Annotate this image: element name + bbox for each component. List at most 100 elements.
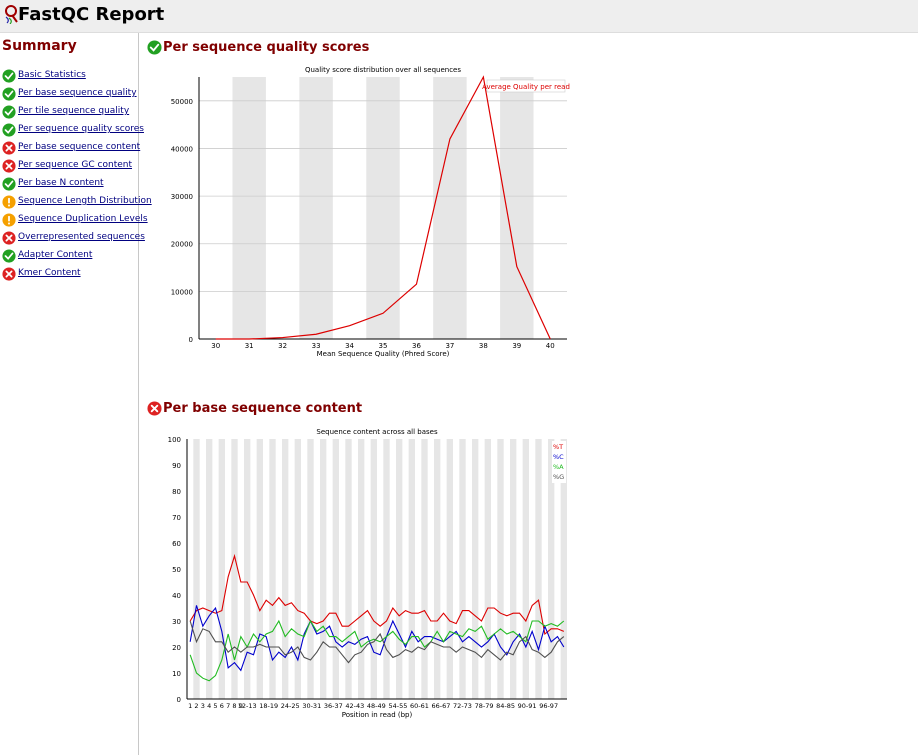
section-title-content: Per base sequence content	[163, 401, 363, 416]
y-tick-label: 40	[172, 592, 181, 600]
x-tick-label: 42-43	[345, 702, 364, 710]
x-tick-label: 72-73	[453, 702, 472, 710]
summary-link[interactable]: Adapter Content	[18, 250, 92, 260]
x-tick-label: 84-85	[496, 702, 515, 710]
band-shade	[522, 439, 529, 699]
report-header: FastQC Report	[0, 0, 918, 33]
band-shade	[421, 439, 428, 699]
x-tick-label: 78-79	[475, 702, 494, 710]
summary-link[interactable]: Per tile sequence quality	[18, 106, 129, 116]
y-tick-label: 30	[172, 618, 181, 626]
x-axis-title: Position in read (bp)	[342, 711, 413, 719]
x-tick-label: 31	[245, 342, 254, 350]
x-tick-label: 4	[207, 702, 211, 710]
summary-link[interactable]: Per sequence GC content	[18, 160, 132, 170]
summary-link[interactable]: Sequence Length Distribution	[18, 196, 152, 206]
fail-icon	[2, 140, 16, 155]
band-shade	[366, 77, 400, 339]
summary-link[interactable]: Overrepresented sequences	[18, 232, 145, 242]
summary-item: Basic Statistics	[2, 66, 152, 84]
warn-icon	[2, 194, 16, 209]
band-shade	[408, 439, 415, 699]
warn-icon	[2, 212, 16, 227]
band-shade	[472, 439, 479, 699]
x-tick-label: 1	[188, 702, 192, 710]
fail-icon	[2, 158, 16, 173]
summary-link[interactable]: Per base sequence quality	[18, 88, 137, 98]
section-heading-content: Per base sequence content	[147, 401, 362, 416]
y-tick-label: 60	[172, 540, 181, 548]
band-shade	[206, 439, 213, 699]
band-shade	[320, 439, 327, 699]
x-tick-label: 2	[194, 702, 198, 710]
y-tick-label: 50000	[171, 98, 193, 106]
summary-item: Per base N content	[2, 174, 152, 192]
band-shade	[299, 77, 333, 339]
summary-link[interactable]: Per base sequence content	[18, 142, 140, 152]
x-tick-label: 6	[220, 702, 224, 710]
y-tick-label: 20000	[171, 241, 193, 249]
y-tick-label: 30000	[171, 193, 193, 201]
x-tick-label: 37	[445, 342, 454, 350]
band-shade	[459, 439, 466, 699]
pass-icon	[2, 122, 16, 137]
summary-item: Adapter Content	[2, 246, 152, 264]
summary-link[interactable]: Sequence Duplication Levels	[18, 214, 148, 224]
band-shade	[446, 439, 453, 699]
summary-link[interactable]: Per base N content	[18, 178, 104, 188]
summary-link[interactable]: Kmer Content	[18, 268, 81, 278]
band-shade	[256, 439, 263, 699]
y-tick-label: 100	[168, 436, 181, 444]
x-tick-label: 60-61	[410, 702, 429, 710]
summary-link[interactable]: Per sequence quality scores	[18, 124, 144, 134]
y-tick-label: 10	[172, 670, 181, 678]
x-tick-label: 35	[379, 342, 388, 350]
x-tick-label: 96-97	[539, 702, 558, 710]
summary-title: Summary	[2, 38, 77, 54]
y-tick-label: 80	[172, 488, 181, 496]
x-tick-label: 36	[412, 342, 421, 350]
y-tick-label: 0	[189, 336, 193, 344]
pass-icon	[147, 40, 162, 55]
fail-icon	[147, 401, 162, 416]
band-shade	[358, 439, 365, 699]
band-shade	[500, 77, 534, 339]
band-shade	[282, 439, 289, 699]
x-tick-label: 38	[479, 342, 488, 350]
band-shade	[396, 439, 403, 699]
x-tick-label: 3	[201, 702, 205, 710]
summary-link[interactable]: Basic Statistics	[18, 70, 86, 80]
band-shade	[370, 439, 377, 699]
pass-icon	[2, 176, 16, 191]
x-tick-label: 33	[312, 342, 321, 350]
summary-item: Overrepresented sequences	[2, 228, 152, 246]
pass-icon	[2, 104, 16, 119]
x-tick-label: 36-37	[324, 702, 343, 710]
fail-icon	[2, 266, 16, 281]
summary-item: Per tile sequence quality	[2, 102, 152, 120]
pass-icon	[2, 248, 16, 263]
legend-label: Average Quality per read	[482, 83, 570, 91]
legend-label: %A	[553, 463, 564, 471]
x-tick-label: 39	[512, 342, 521, 350]
band-shade	[510, 439, 517, 699]
chart-quality-scores: 0 10000 20000 30000 40000 50000 30 31 32 33 34 35 36…	[171, 66, 570, 358]
chart-base-content: 01020304050607080901001 2 3 4 5 6 7 8 912-13 18-1…	[168, 428, 567, 719]
x-tick-label: 24-25	[281, 702, 300, 710]
y-tick-label: 10000	[171, 288, 193, 296]
summary-item: Per sequence GC content	[2, 156, 152, 174]
section-heading-quality: Per sequence quality scores	[147, 40, 369, 55]
summary-item: Sequence Length Distribution	[2, 192, 152, 210]
band-shade	[232, 77, 266, 339]
x-tick-label: 32	[278, 342, 287, 350]
x-tick-label: 48-49	[367, 702, 386, 710]
summary-item: Per sequence quality scores	[2, 120, 152, 138]
x-tick-label: 34	[345, 342, 354, 350]
fail-icon	[2, 230, 16, 245]
pass-icon	[2, 86, 16, 101]
summary-item: Sequence Duplication Levels	[2, 210, 152, 228]
x-tick-label: 30-31	[302, 702, 321, 710]
x-tick-label: 66-67	[432, 702, 451, 710]
x-tick-label: 8	[232, 702, 236, 710]
band-shade	[193, 439, 200, 699]
